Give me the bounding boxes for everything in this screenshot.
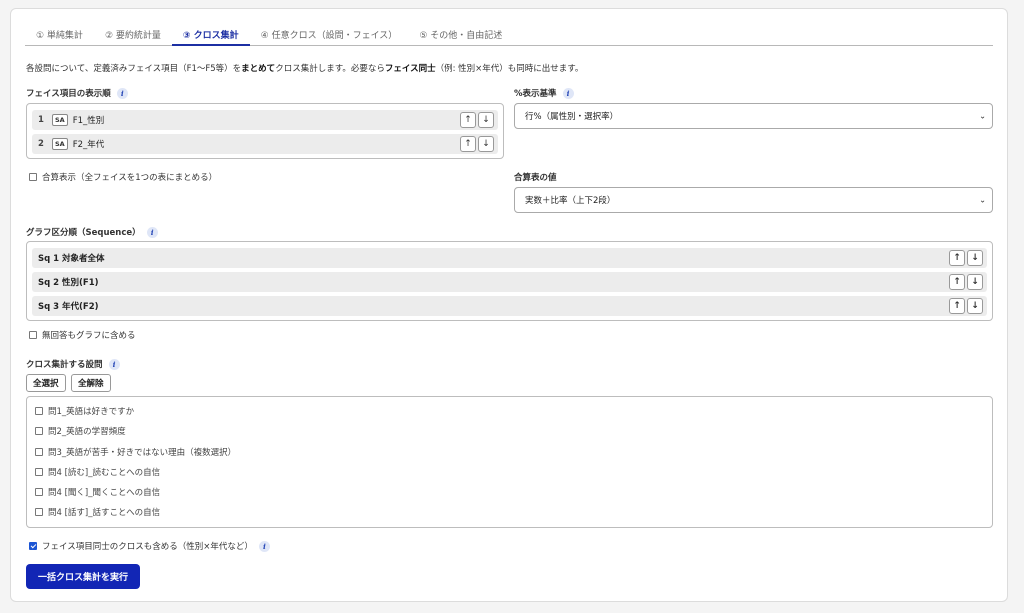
clear-all-button[interactable]: 全解除 — [71, 374, 111, 392]
move-up-button[interactable]: ↑ — [949, 274, 965, 290]
percent-base-select[interactable]: 行%（属性別・選択率） ⌄ — [514, 103, 993, 129]
page-description: 各設問について、定義済みフェイス項目（F1〜F5等）をまとめてクロス集計します。… — [26, 64, 584, 74]
checkbox-icon[interactable] — [29, 331, 37, 339]
face-item-label: F1_性別 — [72, 116, 105, 126]
question-item[interactable]: 問4 [聞く]_聞くことへの自信 — [35, 486, 160, 498]
move-down-button[interactable]: ↓ — [478, 136, 494, 152]
info-icon[interactable]: i — [108, 358, 120, 370]
questions-label: クロス集計する設問 i — [26, 358, 120, 370]
move-down-button[interactable]: ↓ — [967, 298, 983, 314]
checkbox-icon[interactable] — [29, 173, 37, 181]
sequence-item: Sq 3 年代(F2) ↑ ↓ — [32, 296, 987, 316]
percent-base-label: %表示基準 i — [514, 87, 574, 99]
run-cross-tabulation-button[interactable]: 一括クロス集計を実行 — [26, 564, 140, 589]
combined-value-label: 合算表の値 — [514, 173, 557, 183]
tab-bar: ① 単純集計 ② 要約統計量 ③ クロス集計 ④ 任意クロス（設問・フェイス） … — [25, 24, 993, 46]
face-item-label: F2_年代 — [72, 140, 105, 150]
checkbox-icon[interactable] — [35, 508, 43, 516]
tab-cross-tabulation[interactable]: ③ クロス集計 — [171, 24, 250, 46]
move-down-button[interactable]: ↓ — [967, 250, 983, 266]
info-icon[interactable]: i — [146, 226, 158, 238]
question-item[interactable]: 問1_英語は好きですか — [35, 405, 134, 417]
tab-summary-statistics[interactable]: ② 要約統計量 — [94, 24, 172, 46]
face-cross-checkbox[interactable]: フェイス項目同士のクロスも含める（性別×年代など） i — [29, 540, 270, 552]
move-up-button[interactable]: ↑ — [460, 136, 476, 152]
move-up-button[interactable]: ↑ — [949, 298, 965, 314]
face-order-item: 1 SA F1_性別 ↑ ↓ — [32, 110, 498, 130]
include-no-answer-checkbox[interactable]: 無回答もグラフに含める — [29, 329, 136, 341]
questions-list: 問1_英語は好きですか 問2_英語の学習頻度 問3_英語が苦手・好きではない理由… — [26, 396, 993, 528]
question-item[interactable]: 問4 [読む]_読むことへの自信 — [35, 466, 160, 478]
move-down-button[interactable]: ↓ — [478, 112, 494, 128]
face-order-item: 2 SA F2_年代 ↑ ↓ — [32, 134, 498, 154]
checkbox-checked-icon[interactable] — [29, 542, 37, 550]
sequence-item-label: Sq 3 年代(F2) — [38, 302, 99, 312]
move-up-button[interactable]: ↑ — [949, 250, 965, 266]
sequence-item: Sq 1 対象者全体 ↑ ↓ — [32, 248, 987, 268]
checkbox-icon[interactable] — [35, 468, 43, 476]
checkbox-icon[interactable] — [35, 427, 43, 435]
face-order-label: フェイス項目の表示順 i — [26, 87, 128, 99]
sequence-item: Sq 2 性別(F1) ↑ ↓ — [32, 272, 987, 292]
sequence-item-label: Sq 2 性別(F1) — [38, 278, 99, 288]
sa-badge: SA — [52, 114, 68, 126]
combined-value-select[interactable]: 実数＋比率（上下2段） ⌄ — [514, 187, 993, 213]
item-number: 1 — [38, 115, 44, 125]
sa-badge: SA — [52, 138, 68, 150]
question-item[interactable]: 問4 [話す]_話すことへの自信 — [35, 506, 160, 518]
combined-display-checkbox[interactable]: 合算表示（全フェイスを1つの表にまとめる） — [29, 171, 217, 183]
checkbox-icon[interactable] — [35, 407, 43, 415]
tab-other-free-text[interactable]: ⑤ その他・自由記述 — [408, 24, 513, 46]
chevron-down-icon: ⌄ — [979, 111, 986, 121]
face-order-list: 1 SA F1_性別 ↑ ↓ 2 SA F2_年代 ↑ ↓ — [26, 103, 504, 159]
select-all-button[interactable]: 全選択 — [26, 374, 66, 392]
sequence-label: グラフ区分順（Sequence） i — [26, 226, 158, 238]
question-item[interactable]: 問2_英語の学習頻度 — [35, 425, 126, 437]
sequence-item-label: Sq 1 対象者全体 — [38, 254, 105, 264]
info-icon[interactable]: i — [258, 540, 270, 552]
question-item[interactable]: 問3_英語が苦手・好きではない理由（複数選択） — [35, 446, 236, 458]
info-icon[interactable]: i — [562, 87, 574, 99]
chevron-down-icon: ⌄ — [979, 195, 986, 205]
move-down-button[interactable]: ↓ — [967, 274, 983, 290]
info-icon[interactable]: i — [116, 87, 128, 99]
item-number: 2 — [38, 139, 44, 149]
sequence-list: Sq 1 対象者全体 ↑ ↓ Sq 2 性別(F1) ↑ ↓ Sq 3 年代(F… — [26, 241, 993, 321]
tab-custom-cross[interactable]: ④ 任意クロス（設問・フェイス） — [250, 24, 409, 46]
checkbox-icon[interactable] — [35, 448, 43, 456]
checkbox-icon[interactable] — [35, 488, 43, 496]
tab-simple-tabulation[interactable]: ① 単純集計 — [25, 24, 94, 46]
move-up-button[interactable]: ↑ — [460, 112, 476, 128]
